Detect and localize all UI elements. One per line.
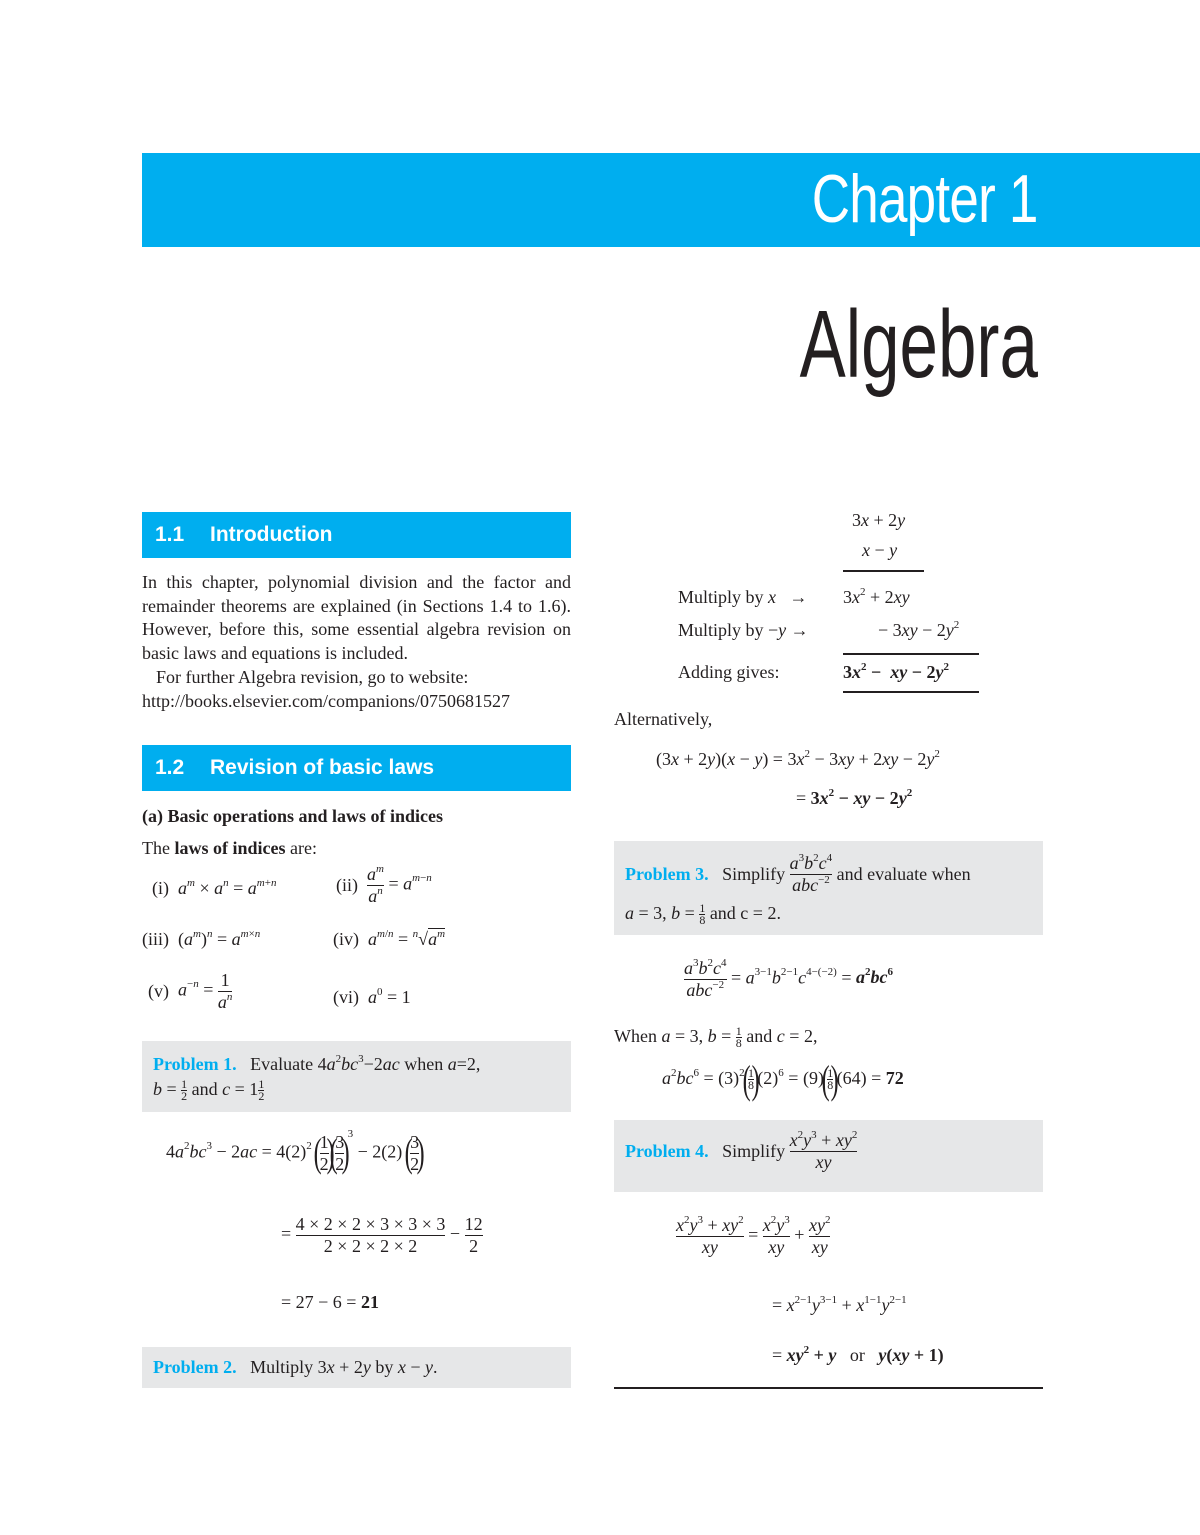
text: and evaluate when bbox=[836, 864, 971, 885]
alternatively-text: Alternatively, bbox=[614, 709, 713, 729]
text: Simplify bbox=[722, 864, 786, 885]
text: Simplify bbox=[722, 1141, 786, 1162]
problem-3-solution-line-1: a3b2c4 abc−2 = a3−1b2−1c4−(−2) = a2bc6 bbox=[684, 957, 893, 1000]
problem-4-box: Problem 4. Simplify x2y3 + xy2 xy bbox=[614, 1120, 1043, 1192]
law-label: (vi) bbox=[333, 987, 359, 1007]
law-vi: (vi) a0 = 1 bbox=[333, 986, 411, 1007]
law-v: (v) a−n = 1 an bbox=[148, 970, 233, 1012]
step-1-result: 3x2 + 2xy bbox=[843, 586, 910, 607]
law-label: (iii) bbox=[142, 929, 169, 949]
problem-3-solution-line-3: a2bc6 = (3)2(1 8)(2)6 = (9)(1 8)(64) = 72 bbox=[662, 1056, 904, 1102]
step-1-label: Multiply by x → bbox=[678, 587, 808, 607]
law-iv: (iv) am/n = n√am bbox=[333, 928, 446, 949]
law-label: (i) bbox=[152, 878, 169, 898]
text: or bbox=[849, 1345, 865, 1365]
problem-1-answer: 21 bbox=[360, 1292, 379, 1312]
problem-3-statement: Problem 3. Simplify a3b2c4 abc−2 and eval… bbox=[625, 852, 971, 895]
problem-3-solution-line-2: When a = 3, b = 18 and c = 2, bbox=[614, 1024, 818, 1051]
text: and c = 2. bbox=[709, 903, 781, 923]
problem-4-solution-line-3: = xy2 + y or y(xy + 1) bbox=[772, 1344, 944, 1365]
alt-line-2: = 3x2 − xy − 2y2 bbox=[796, 787, 913, 808]
text-bold: laws of indices bbox=[174, 838, 286, 858]
laws-intro: The laws of indices are: bbox=[142, 836, 317, 860]
law-label: (v) bbox=[148, 981, 169, 1002]
law-i: (i) am × an = am+n bbox=[152, 877, 277, 898]
section-title: Introduction bbox=[210, 523, 333, 546]
text: and bbox=[746, 1026, 773, 1046]
section-heading-introduction: 1.1 Introduction bbox=[142, 512, 571, 558]
rule bbox=[843, 570, 924, 572]
problem-label: Problem 1. bbox=[153, 1054, 237, 1074]
problem-1-statement: Problem 1. Evaluate 4a2bc3−2ac when a=2, bbox=[153, 1053, 481, 1074]
alt-line-1: (3x + 2y)(x − y) = 3x2 − 3xy + 2xy − 2y2 bbox=[656, 748, 940, 769]
law-label: (iv) bbox=[333, 929, 359, 949]
multiplier: x − y bbox=[862, 540, 898, 560]
problem-1-solution-line-1: 4a2bc3 − 2ac = 4(2)2 (1 2)(3 2)3 − 2(2) (3… bbox=[166, 1128, 425, 1176]
companion-url-link[interactable]: http://books.elsevier.com/companions/075… bbox=[142, 690, 571, 714]
step-3-result: 3x2 − xy − 2y2 bbox=[843, 661, 950, 682]
step-3-label: Adding gives: bbox=[678, 662, 780, 682]
chapter-title: Algebra bbox=[799, 291, 1038, 398]
text: The bbox=[142, 838, 175, 858]
section-title: Revision of basic laws bbox=[210, 756, 435, 779]
chapter-label: Chapter 1 bbox=[812, 161, 1039, 237]
problem-label: Problem 4. bbox=[625, 1141, 709, 1162]
problem-1-solution-line-2: = 4 × 2 × 2 × 3 × 3 × 3 2 × 2 × 2 × 2 − … bbox=[281, 1214, 483, 1256]
text: are: bbox=[285, 838, 317, 858]
section-heading-revision: 1.2 Revision of basic laws bbox=[142, 745, 571, 791]
step-2-label: Multiply by −y → bbox=[678, 620, 809, 640]
further-revision-text: For further Algebra revision, go to webs… bbox=[156, 666, 469, 687]
problem-4-solution-line-2: = x2−1y3−1 + x1−1y2−1 bbox=[772, 1294, 907, 1315]
problem-4-solution-line-1: x2y3 + xy2 xy = x2y3 xy + xy2 xy bbox=[676, 1214, 831, 1257]
section-number: 1.2 bbox=[155, 756, 185, 779]
problem-3-box: Problem 3. Simplify a3b2c4 abc−2 and eval… bbox=[614, 841, 1043, 935]
chapter-banner: Chapter 1 bbox=[142, 153, 1200, 247]
problem-3-values: a = 3, b = 18 and c = 2. bbox=[625, 901, 781, 928]
step-2-result: − 3xy − 2y2 bbox=[878, 619, 960, 640]
problem-4-statement: Problem 4. Simplify x2y3 + xy2 xy bbox=[625, 1129, 858, 1172]
problem-1-box: Problem 1. Evaluate 4a2bc3−2ac when a=2,… bbox=[142, 1041, 571, 1112]
rule bbox=[843, 691, 979, 693]
problem-label: Problem 3. bbox=[625, 864, 709, 885]
section-number: 1.1 bbox=[155, 523, 185, 546]
text: When bbox=[614, 1026, 657, 1046]
law-ii: (ii) am an = am−n bbox=[336, 863, 432, 906]
problem-3-answer: 72 bbox=[885, 1068, 904, 1088]
problem-label: Problem 2. bbox=[153, 1357, 237, 1377]
introduction-text: In this chapter, polynomial division and… bbox=[142, 571, 571, 713]
bottom-rule bbox=[614, 1387, 1043, 1389]
problem-2-statement: Problem 2. Multiply 3x + 2y by x − y. bbox=[153, 1357, 438, 1377]
problem-1-values: b = 12 and c = 112 bbox=[153, 1077, 265, 1104]
subheading-laws-of-indices: (a) Basic operations and laws of indices bbox=[142, 806, 444, 826]
multiplicand: 3x + 2y bbox=[852, 510, 906, 530]
rule bbox=[843, 653, 979, 655]
law-label: (ii) bbox=[336, 875, 358, 896]
intro-paragraph: In this chapter, polynomial division and… bbox=[142, 572, 571, 664]
problem-2-box: Problem 2. Multiply 3x + 2y by x − y. bbox=[142, 1347, 571, 1388]
problem-1-solution-line-3: = 27 − 6 = 21 bbox=[281, 1292, 379, 1312]
law-iii: (iii) (am)n = am×n bbox=[142, 928, 261, 949]
